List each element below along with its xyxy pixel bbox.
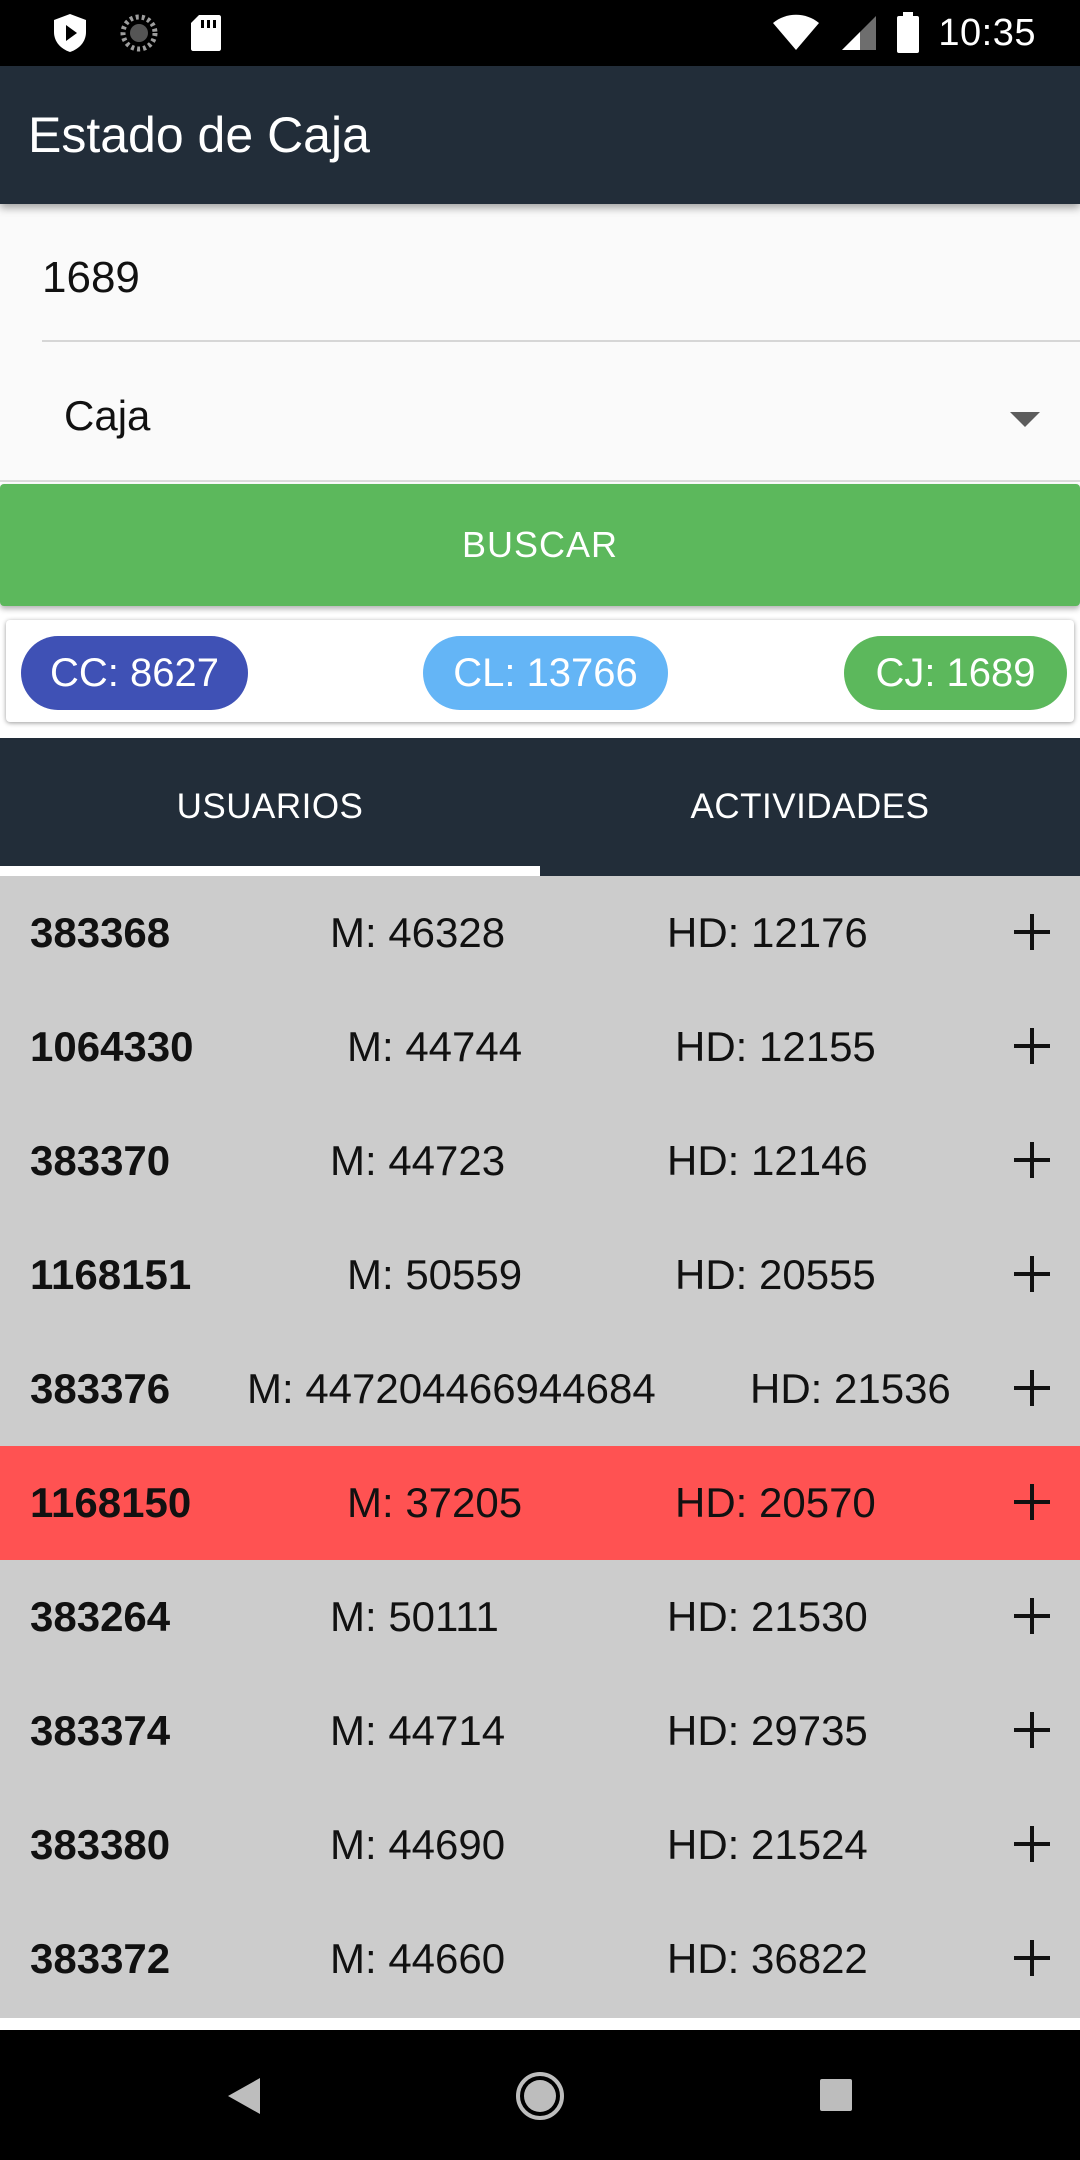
plus-icon[interactable]	[1014, 1598, 1050, 1634]
user-row[interactable]: 1168150 M: 37205 HD: 20570	[0, 1446, 1080, 1560]
plus-icon[interactable]	[1014, 914, 1050, 950]
plus-icon[interactable]	[1014, 1370, 1050, 1406]
search-button[interactable]: BUSCAR	[0, 484, 1080, 606]
plus-icon[interactable]	[1014, 1028, 1050, 1064]
user-m-value: M: 50559	[347, 1251, 523, 1298]
select-value: Caja	[64, 392, 151, 439]
screen: 10:35 Estado de Caja Caja BUSCAR CC: 862…	[0, 0, 1080, 2160]
app-bar: Estado de Caja	[0, 66, 1080, 204]
user-hd-value: HD: 20570	[675, 1479, 876, 1526]
tab-actividades[interactable]: ACTIVIDADES	[540, 738, 1080, 876]
wifi-icon	[773, 14, 820, 50]
plus-icon[interactable]	[1014, 1712, 1050, 1748]
user-hd-value: HD: 12146	[667, 1137, 868, 1184]
user-hd-value: HD: 20555	[675, 1251, 876, 1298]
shield-play-icon	[54, 14, 86, 52]
navigation-bar	[0, 2030, 1080, 2160]
plus-icon[interactable]	[1014, 1826, 1050, 1862]
user-hd-value: HD: 36822	[667, 1935, 868, 1982]
user-row[interactable]: 383264 M: 50111 HD: 21530	[0, 1560, 1080, 1674]
list-bottom-edge	[0, 2018, 1080, 2030]
loading-circle-icon	[120, 14, 158, 52]
user-m-value: M: 44744	[347, 1023, 523, 1070]
user-id: 383380	[30, 1821, 171, 1868]
user-id: 1168151	[30, 1251, 192, 1298]
user-row[interactable]: 383376 M: 447204466944684 HD: 21536	[0, 1332, 1080, 1446]
status-bar: 10:35	[0, 0, 1080, 66]
status-right-icons: 10:35	[772, 0, 1036, 66]
user-row[interactable]: 1064330 M: 44744 HD: 12155	[0, 990, 1080, 1104]
home-icon[interactable]	[514, 2070, 566, 2122]
user-m-value: M: 44714	[330, 1707, 506, 1754]
user-m-value: M: 44723	[330, 1137, 506, 1184]
user-id: 383264	[30, 1593, 171, 1640]
user-hd-value: HD: 21524	[667, 1821, 868, 1868]
code-input[interactable]	[42, 248, 1042, 308]
plus-icon[interactable]	[1014, 1940, 1050, 1976]
user-id: 383370	[30, 1137, 171, 1184]
user-id: 1064330	[30, 1023, 194, 1070]
tab-indicator	[0, 866, 540, 876]
user-list: 383368 M: 46328 HD: 12176 1064330 M: 44744 HD…	[0, 876, 1080, 2018]
caret-down-icon	[1010, 412, 1040, 427]
user-id: 383376	[30, 1365, 171, 1412]
type-select[interactable]: Caja	[0, 368, 1080, 468]
plus-icon[interactable]	[1014, 1142, 1050, 1178]
chip-cl[interactable]: CL: 13766	[423, 636, 668, 710]
user-row[interactable]: 383372 M: 44660 HD: 36822	[0, 1902, 1080, 2016]
plus-icon[interactable]	[1014, 1484, 1050, 1520]
status-time: 10:35	[938, 11, 1036, 54]
sd-card-icon	[191, 15, 221, 51]
user-id: 383368	[30, 909, 171, 956]
status-left-icons	[52, 12, 222, 54]
user-m-value: M: 37205	[347, 1479, 523, 1526]
user-m-value: M: 46328	[330, 909, 506, 956]
tab-bar: USUARIOS ACTIVIDADES	[0, 738, 1080, 876]
search-form: Caja	[0, 204, 1080, 482]
user-hd-value: HD: 21536	[750, 1365, 951, 1412]
user-hd-value: HD: 12155	[675, 1023, 876, 1070]
user-m-value: M: 447204466944684	[247, 1365, 656, 1412]
user-id: 383372	[30, 1935, 171, 1982]
user-hd-value: HD: 21530	[667, 1593, 868, 1640]
user-m-value: M: 44690	[330, 1821, 506, 1868]
tab-usuarios[interactable]: USUARIOS	[0, 738, 540, 876]
summary-chips: CC: 8627 CL: 13766 CJ: 1689	[6, 620, 1074, 722]
user-hd-value: HD: 12176	[667, 909, 868, 956]
user-m-value: M: 44660	[330, 1935, 506, 1982]
back-icon[interactable]	[226, 2076, 262, 2116]
user-row[interactable]: 383370 M: 44723 HD: 12146	[0, 1104, 1080, 1218]
recents-icon[interactable]	[820, 2079, 852, 2111]
user-hd-value: HD: 29735	[667, 1707, 868, 1754]
user-row[interactable]: 383374 M: 44714 HD: 29735	[0, 1674, 1080, 1788]
form-divider	[0, 480, 1080, 482]
user-id: 383374	[30, 1707, 171, 1754]
input-underline	[42, 340, 1080, 342]
user-row[interactable]: 383380 M: 44690 HD: 21524	[0, 1788, 1080, 1902]
chip-cj[interactable]: CJ: 1689	[844, 636, 1067, 710]
user-row[interactable]: 1168151 M: 50559 HD: 20555	[0, 1218, 1080, 1332]
cell-signal-icon	[842, 16, 877, 50]
battery-icon	[897, 12, 920, 53]
user-id: 1168150	[30, 1479, 192, 1526]
user-m-value: M: 50111	[330, 1593, 499, 1640]
page-title: Estado de Caja	[28, 107, 370, 163]
user-row[interactable]: 383368 M: 46328 HD: 12176	[0, 876, 1080, 990]
plus-icon[interactable]	[1014, 1256, 1050, 1292]
chip-cc[interactable]: CC: 8627	[21, 636, 248, 710]
